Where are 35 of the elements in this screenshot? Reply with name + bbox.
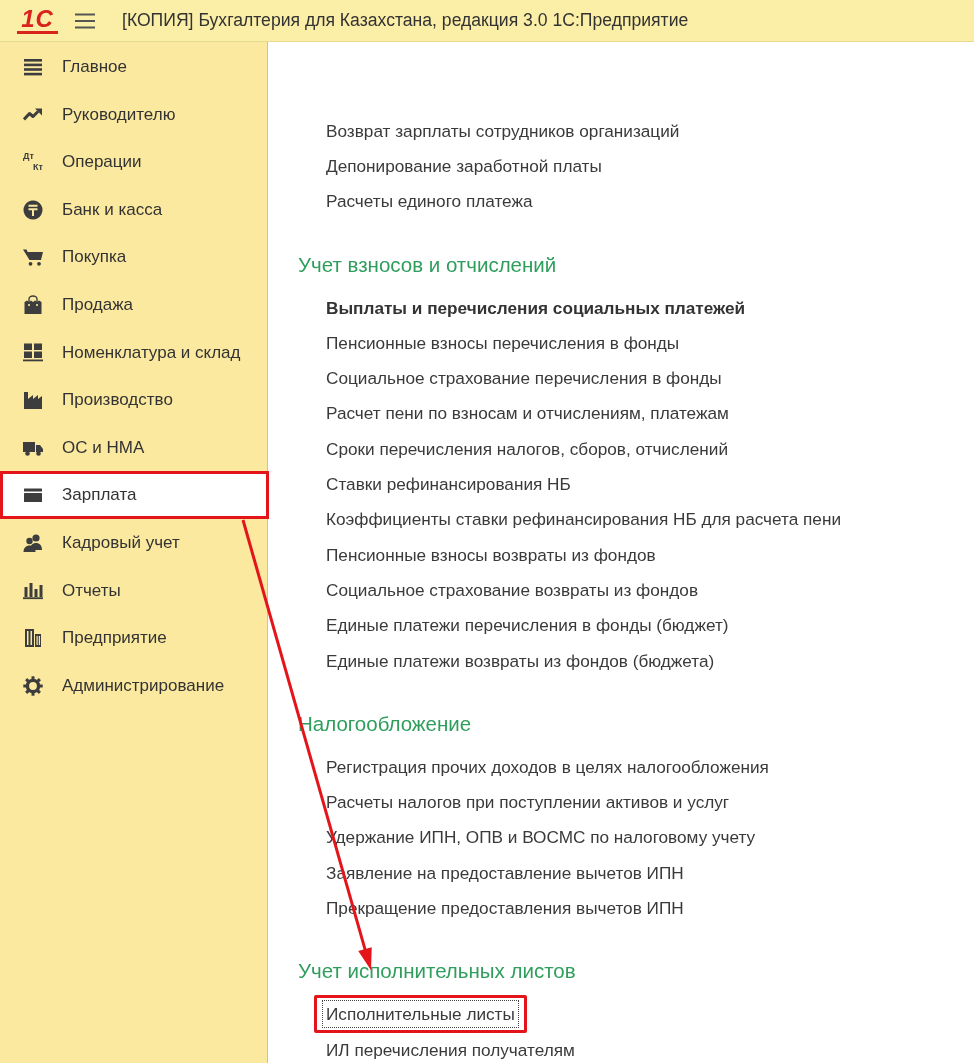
sidebar-item[interactable]: Продажа [0, 280, 267, 329]
cart-icon [23, 247, 43, 268]
sidebar-item[interactable]: Банк и касса [0, 185, 267, 234]
menu-link[interactable]: Регистрация прочих доходов в целях налогообложения [314, 747, 781, 786]
sidebar-item[interactable]: Руководителю [0, 90, 267, 139]
menu-button[interactable] [75, 12, 95, 29]
menu-link[interactable]: Расчеты налогов при поступлении активов и услуг [314, 783, 742, 822]
menu-icon [75, 12, 95, 29]
list-icon [23, 56, 43, 77]
factory-icon [23, 389, 43, 410]
coin-icon [23, 199, 43, 220]
sidebar-item[interactable]: Покупка [0, 233, 267, 281]
sidebar-item[interactable]: Отчеты [0, 566, 267, 615]
sidebar-item[interactable]: Номенклатура и склад [0, 328, 267, 377]
bar-chart-icon [23, 580, 43, 601]
window-title: [КОПИЯ] Бухгалтерия для Казахстана, редакция 3.0 1С:Предприятие [122, 9, 689, 33]
sidebar-item[interactable]: Зарплата [0, 471, 267, 519]
sidebar-item[interactable]: ОС и НМА [0, 423, 267, 472]
people-icon [23, 532, 43, 553]
app-logo: 1С [17, 7, 58, 34]
debit-credit-icon: Дт Кт [23, 152, 43, 172]
menu-link[interactable]: Исполнительные листы [314, 995, 527, 1034]
boxes-icon [23, 342, 43, 363]
sidebar-item[interactable]: Дт Кт Операции [0, 138, 267, 186]
sidebar-item[interactable]: Кадровый учет [0, 518, 267, 567]
shopping-bag-icon [23, 294, 43, 315]
building-icon [23, 627, 43, 648]
sidebar-item[interactable]: Предприятие [0, 614, 267, 662]
sidebar-item[interactable]: Администрирование [0, 661, 267, 710]
section-heading: Учет исполнительных листов [298, 958, 576, 985]
section-heading: Учет взносов и отчислений [298, 251, 557, 278]
sidebar-item[interactable]: Главное [0, 43, 267, 91]
gear-icon [23, 675, 43, 696]
sidebar-item[interactable]: Производство [0, 376, 267, 424]
menu-link[interactable]: Расчеты единого платежа [314, 182, 545, 221]
